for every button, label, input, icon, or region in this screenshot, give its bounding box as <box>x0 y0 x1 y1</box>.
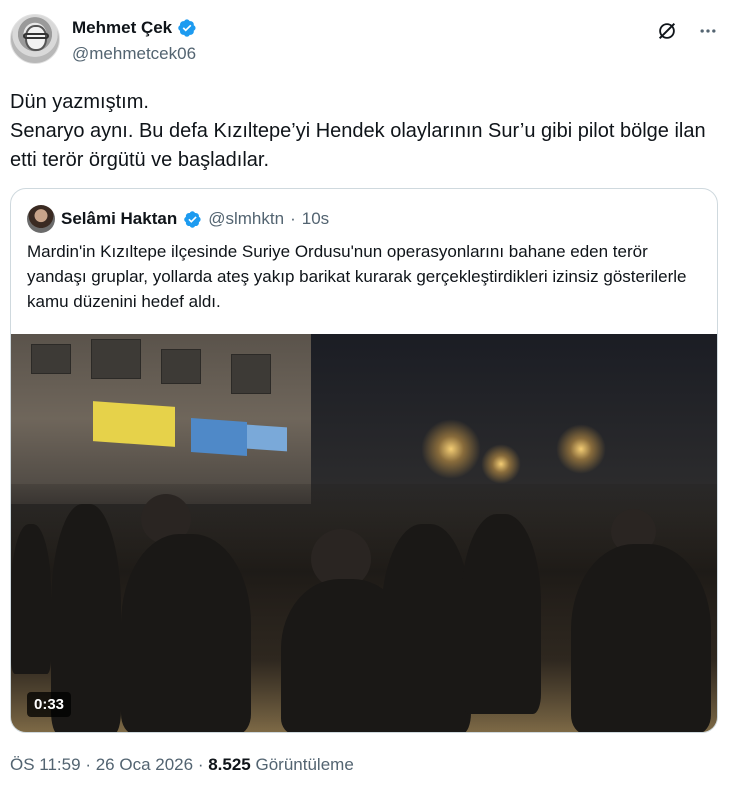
video-person <box>571 544 711 732</box>
views-count: 8.525 <box>208 755 251 774</box>
video-light <box>481 444 521 484</box>
tweet-time[interactable]: ÖS 11:59 <box>10 755 81 774</box>
quoted-tweet-text: Mardin'in Kızıltepe ilçesinde Suriye Ord… <box>27 242 687 311</box>
more-icon[interactable] <box>698 21 718 41</box>
video-window <box>231 354 271 394</box>
video-person <box>381 524 471 732</box>
quoted-tweet-time[interactable]: 10s <box>302 209 329 229</box>
video-crowd <box>11 484 717 732</box>
meta-separator: · <box>290 209 296 228</box>
quoted-tweet[interactable]: Selâmi Haktan @slmhktn · 10s Mardin'in K… <box>10 188 718 733</box>
video-person <box>121 534 251 732</box>
tweet-footer: ÖS 11:59 · 26 Oca 2026 · 8.525 Görüntüle… <box>10 755 354 775</box>
video-person <box>11 524 51 674</box>
header-actions <box>656 20 718 42</box>
video-window <box>91 339 141 379</box>
video-window <box>31 344 71 374</box>
verified-badge-icon <box>177 18 197 38</box>
tweet-date[interactable]: 26 Oca 2026 <box>96 755 193 774</box>
avatar-glasses <box>23 33 49 39</box>
author-display-name[interactable]: Mehmet Çek <box>72 18 172 38</box>
quoted-author-handle[interactable]: @slmhktn <box>208 209 284 229</box>
footer-separator: · <box>85 755 91 774</box>
quoted-author-name[interactable]: Selâmi Haktan <box>61 209 177 229</box>
video-person <box>461 514 541 714</box>
video-window <box>161 349 201 384</box>
video-sign <box>191 418 247 456</box>
video-light <box>421 419 481 479</box>
quoted-author-avatar[interactable] <box>27 205 55 233</box>
video-sign <box>247 424 287 452</box>
tweet-header: Mehmet Çek @mehmetcek06 <box>10 12 720 68</box>
quoted-tweet-header: Selâmi Haktan @slmhktn · 10s <box>27 205 329 233</box>
author-handle[interactable]: @mehmetcek06 <box>72 44 196 64</box>
grok-icon[interactable] <box>656 20 678 42</box>
video-sign <box>93 401 175 447</box>
quoted-tweet-video[interactable]: 0:33 <box>11 334 717 732</box>
author-avatar[interactable] <box>10 14 60 64</box>
tweet-text: Dün yazmıştım. Senaryo aynı. Bu defa Kız… <box>10 91 706 171</box>
views-label: Görüntüleme <box>255 755 354 774</box>
author-name-row: Mehmet Çek <box>72 18 197 38</box>
verified-badge-icon <box>183 210 202 229</box>
video-light <box>556 424 606 474</box>
video-duration: 0:33 <box>27 692 72 717</box>
footer-separator: · <box>197 755 204 774</box>
